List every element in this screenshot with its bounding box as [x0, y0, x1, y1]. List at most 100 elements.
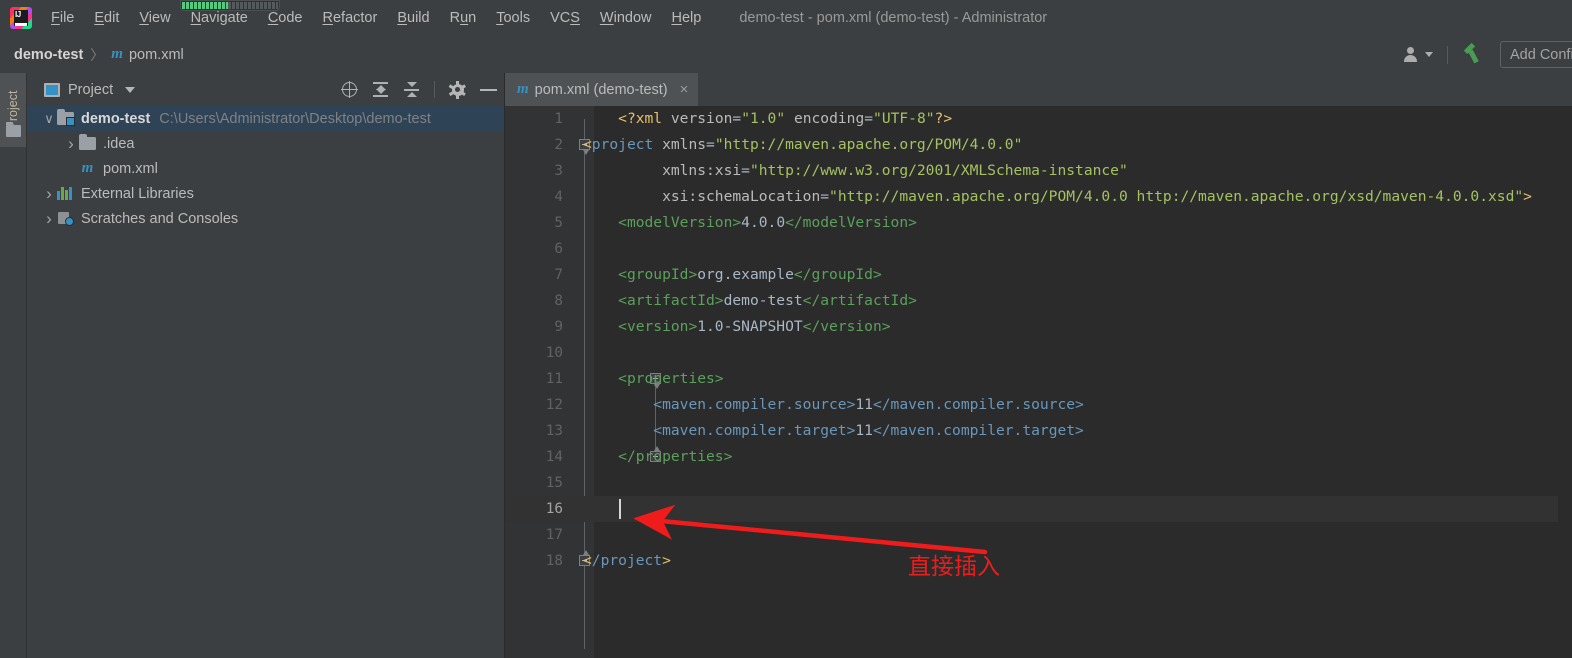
code-token: demo-test: [723, 292, 803, 309]
code-line[interactable]: 5 <modelVersion>4.0.0</modelVersion>: [505, 210, 1572, 236]
code-line[interactable]: 7 <groupId>org.example</groupId>: [505, 262, 1572, 288]
code-line-text: </properties>: [583, 444, 732, 470]
menu-item-view[interactable]: View: [129, 7, 180, 29]
editor-scrollbar[interactable]: [1558, 106, 1572, 658]
tree-node-label: pom.xml: [103, 160, 158, 177]
add-configuration-button[interactable]: Add Configuration...: [1500, 41, 1572, 68]
code-token: </groupId>: [793, 266, 882, 283]
line-number: 13: [545, 423, 563, 439]
tree-node-external-libraries[interactable]: External Libraries: [27, 181, 504, 206]
code-line[interactable]: 15: [505, 470, 1572, 496]
code-token: "1.0": [741, 110, 786, 127]
chevron-down-icon[interactable]: [125, 86, 136, 93]
line-number: 7: [554, 267, 563, 283]
expand-all-icon[interactable]: [372, 81, 389, 98]
breadcrumb-project[interactable]: demo-test: [14, 47, 83, 63]
code-line[interactable]: 8 <artifactId>demo-test</artifactId>: [505, 288, 1572, 314]
code-token: <?xml: [618, 110, 663, 127]
tree-node-path: C:\Users\Administrator\Desktop\demo-test: [159, 110, 431, 127]
code-line[interactable]: 18 </project>: [505, 548, 1572, 574]
chevron-down-icon[interactable]: [41, 111, 57, 127]
code-token: 4.0.0: [741, 214, 786, 231]
menu-item-vcs[interactable]: VCS: [540, 7, 590, 29]
code-line[interactable]: 12 <maven.compiler.source>11</maven.comp…: [505, 392, 1572, 418]
code-token: project: [591, 136, 654, 153]
code-line[interactable]: 3 xmlns:xsi="http://www.w3.org/2001/XMLS…: [505, 158, 1572, 184]
user-account-button[interactable]: [1403, 47, 1433, 62]
build-hammer-icon[interactable]: [1462, 42, 1484, 65]
collapse-all-icon[interactable]: [403, 81, 420, 98]
code-editor[interactable]: 1 <?xml version="1.0" encoding="UTF-8"?>…: [505, 106, 1572, 658]
code-token: </maven.compiler.source>: [872, 396, 1084, 413]
tree-node-demo-test[interactable]: demo-test C:\Users\Administrator\Desktop\…: [27, 106, 504, 131]
maven-m-icon: m: [111, 46, 123, 62]
code-line-text: </project>: [583, 548, 671, 574]
code-token: 1.0-SNAPSHOT: [697, 318, 803, 335]
line-number: 11: [545, 371, 563, 387]
code-line[interactable]: 6: [505, 236, 1572, 262]
menu-item-edit[interactable]: Edit: [84, 7, 129, 29]
breadcrumb-file-label: pom.xml: [128, 46, 184, 63]
left-tool-stripe: Project: [0, 73, 27, 658]
close-icon[interactable]: ×: [680, 82, 689, 97]
code-line[interactable]: 1 <?xml version="1.0" encoding="UTF-8"?>: [505, 106, 1572, 132]
locate-target-icon[interactable]: [341, 81, 358, 98]
chevron-right-icon[interactable]: [41, 184, 57, 204]
code-line-text: <properties>: [583, 366, 723, 392]
code-token: <: [583, 552, 592, 569]
code-line[interactable]: 10: [505, 340, 1572, 366]
tree-node-label: External Libraries: [81, 185, 194, 202]
menu-item-help[interactable]: Help: [661, 7, 711, 29]
code-token: "http://maven.apache.org/POM/4.0.0": [714, 136, 1023, 153]
code-token: =: [732, 110, 742, 127]
memory-indicator[interactable]: [180, 0, 280, 11]
menu-item-file[interactable]: File: [41, 7, 84, 29]
code-line-text: <project xmlns="http://maven.apache.org/…: [583, 132, 1022, 158]
code-lines: 1 <?xml version="1.0" encoding="UTF-8"?>…: [505, 106, 1572, 658]
code-line[interactable]: 17: [505, 522, 1572, 548]
menu-item-run[interactable]: Run: [440, 7, 487, 29]
menu-item-build[interactable]: Build: [387, 7, 439, 29]
code-line[interactable]: 14 </properties>: [505, 444, 1572, 470]
code-line-text: <artifactId>demo-test</artifactId>: [583, 288, 917, 314]
menu-item-refactor[interactable]: Refactor: [313, 7, 388, 29]
code-line[interactable]: 2 <project xmlns="http://maven.apache.org…: [505, 132, 1572, 158]
annotation-label: 直接插入: [908, 554, 1000, 580]
code-line[interactable]: 16: [505, 496, 1572, 522]
tree-node-pom-xml[interactable]: m pom.xml: [27, 156, 504, 181]
project-tool-window: Project ∨ demo-test C:\Users\Administrat…: [27, 73, 505, 658]
code-line[interactable]: 4 xsi:schemaLocation="http://maven.apach…: [505, 184, 1572, 210]
tree-node-idea[interactable]: .idea: [27, 131, 504, 156]
code-line[interactable]: 11 <properties>: [505, 366, 1572, 392]
maven-m-icon: m: [81, 160, 94, 176]
code-token: version: [670, 110, 733, 127]
hide-minimize-icon[interactable]: [480, 81, 497, 98]
code-token: <version>: [618, 318, 698, 335]
code-line[interactable]: 9 <version>1.0-SNAPSHOT</version>: [505, 314, 1572, 340]
code-line[interactable]: 13 <maven.compiler.target>11</maven.comp…: [505, 418, 1572, 444]
code-token: <modelVersion>: [618, 214, 742, 231]
menu-item-window[interactable]: Window: [590, 7, 662, 29]
folder-icon: [79, 133, 96, 150]
line-number: 1: [554, 111, 563, 127]
line-number: 12: [545, 397, 563, 413]
breadcrumb-file[interactable]: m pom.xml: [111, 46, 183, 63]
editor-tab-pom-xml[interactable]: m pom.xml (demo-test) ×: [505, 73, 699, 106]
project-tree: demo-test C:\Users\Administrator\Desktop\…: [27, 106, 504, 231]
line-number: 14: [545, 449, 563, 465]
text-caret: [619, 499, 621, 519]
tree-node-scratches-and-consoles[interactable]: Scratches and Consoles: [27, 206, 504, 231]
project-panel-title: Project: [68, 81, 114, 98]
folder-icon[interactable]: [6, 122, 21, 137]
chevron-right-icon[interactable]: [63, 134, 79, 154]
code-token: >: [1523, 188, 1532, 205]
chevron-right-icon[interactable]: [41, 209, 57, 229]
menu-item-tools[interactable]: Tools: [486, 7, 540, 29]
settings-gear-icon[interactable]: [449, 80, 467, 99]
user-account-icon: [1403, 47, 1418, 62]
line-number: 6: [554, 241, 563, 257]
